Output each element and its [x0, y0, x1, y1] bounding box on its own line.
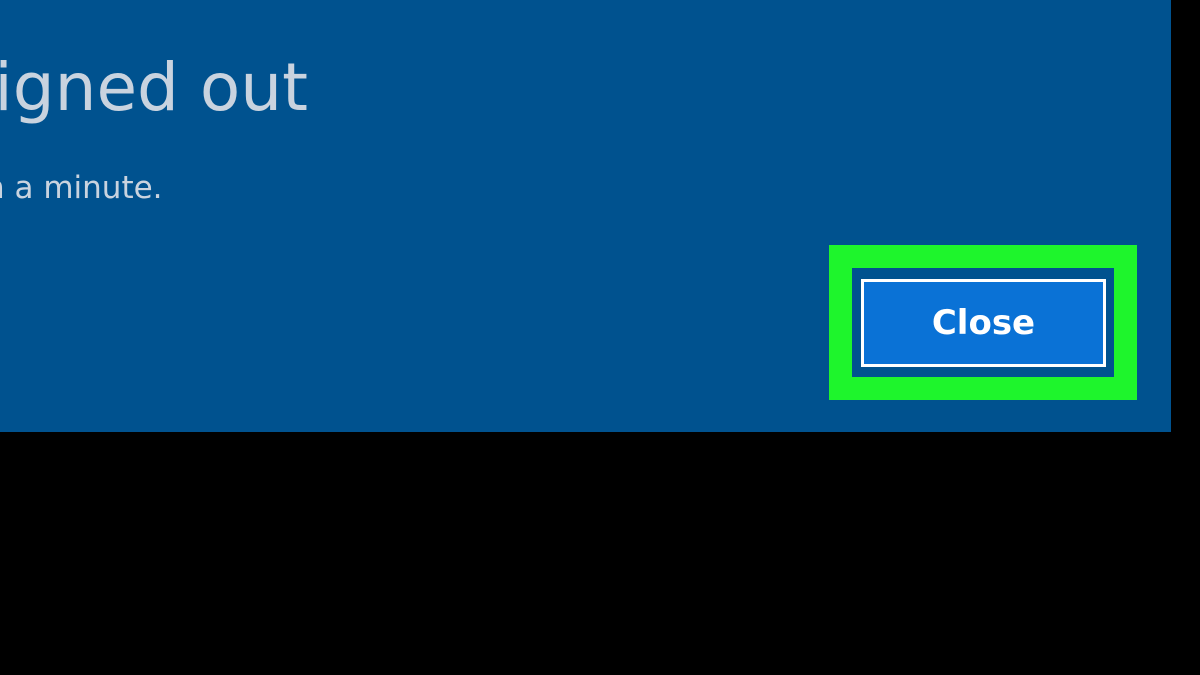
close-button[interactable]: Close	[861, 279, 1106, 367]
dialog-title: signed out	[0, 49, 309, 126]
signed-out-dialog: signed out n a minute. Close	[0, 0, 1171, 432]
screen: signed out n a minute. Close	[0, 0, 1200, 675]
dialog-message: n a minute.	[0, 170, 163, 206]
